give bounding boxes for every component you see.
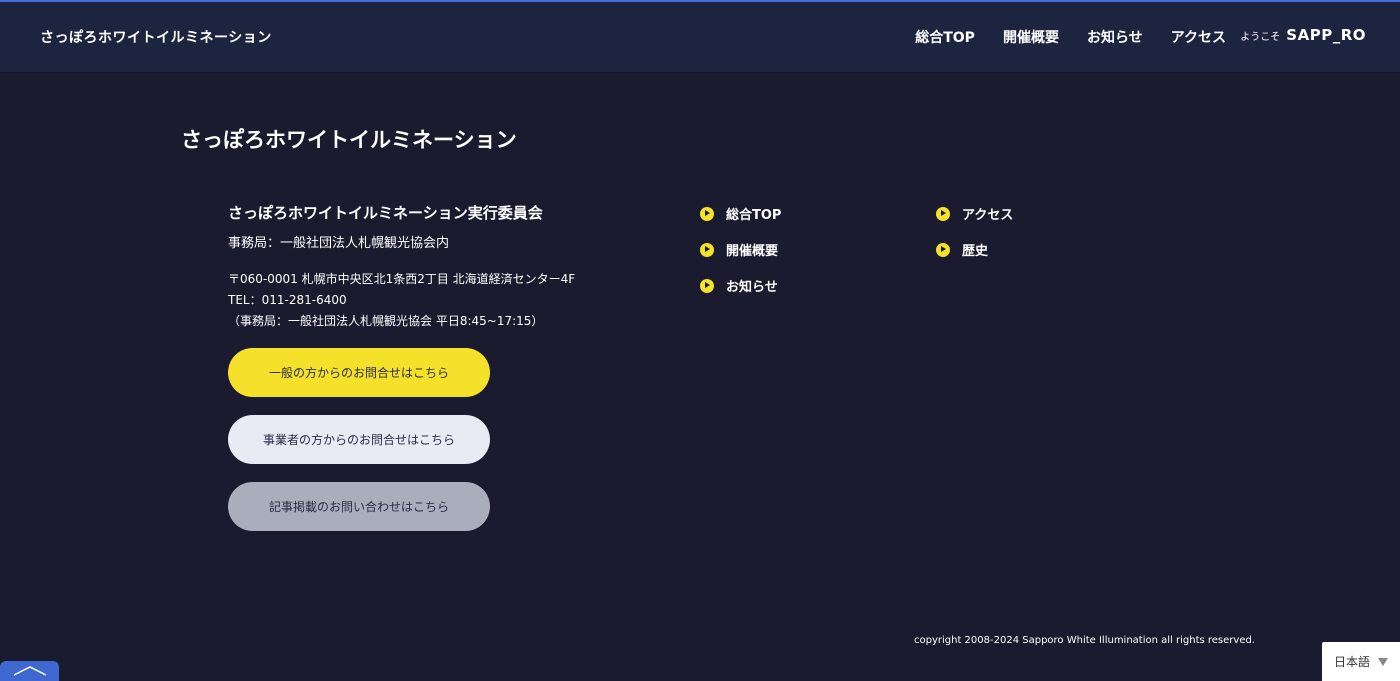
telephone: TEL：011-281-6400: [228, 293, 347, 307]
copyright: copyright 2008-2024 Sapporo White Illumi…: [914, 635, 1256, 646]
footer-link-label: 歴史: [962, 244, 989, 259]
play-circle-icon: [700, 242, 714, 257]
address: 〒060-0001 札幌市中央区北1条西2丁目 北海道経済センター4F: [228, 272, 576, 286]
footer-link-history[interactable]: 歴史: [936, 240, 988, 259]
general-inquiry-button[interactable]: 一般の方からのお問合せはこちら: [228, 348, 490, 397]
language-selector[interactable]: 日本語: [1322, 642, 1400, 681]
footer-link-overview[interactable]: 開催概要: [700, 240, 778, 259]
welcome-sapporo-logo[interactable]: ようこそ SAPP_RO: [1240, 26, 1366, 44]
footer-link-label: アクセス: [962, 208, 1014, 223]
footer-link-top[interactable]: 総合TOP: [700, 204, 781, 223]
footer-link-access[interactable]: アクセス: [936, 204, 1013, 223]
main-nav: 総合TOP 開催概要 お知らせ アクセス: [915, 27, 1226, 47]
footer-link-label: お知らせ: [726, 280, 778, 295]
office-hours: （事務局：一般社団法人札幌観光協会 平日8:45~17:15）: [228, 314, 544, 328]
nav-link-access[interactable]: アクセス: [1171, 27, 1226, 47]
play-circle-icon: [936, 242, 950, 257]
nav-link-top[interactable]: 総合TOP: [915, 27, 975, 47]
organization-office: 事務局：一般社団法人札幌観光協会内: [228, 236, 450, 251]
logo-prefix: ようこそ: [1240, 32, 1281, 43]
business-inquiry-button[interactable]: 事業者の方からのお問合せはこちら: [228, 415, 490, 464]
page-top-button[interactable]: [0, 661, 59, 681]
logo-main: SAPP_RO: [1286, 26, 1366, 44]
footer-title: さっぽろホワイトイルミネーション: [181, 128, 517, 152]
triangle-down-icon: [1378, 657, 1388, 666]
press-inquiry-button[interactable]: 記事掲載のお問い合わせはこちら: [228, 482, 490, 531]
footer-link-label: 総合TOP: [726, 208, 782, 223]
play-circle-icon: [700, 278, 714, 293]
language-label: 日本語: [1333, 655, 1370, 669]
footer-link-news[interactable]: お知らせ: [700, 276, 778, 295]
footer-link-label: 開催概要: [726, 244, 779, 259]
play-circle-icon: [700, 206, 714, 221]
organization-name: さっぽろホワイトイルミネーション実行委員会: [228, 204, 543, 222]
nav-link-overview[interactable]: 開催概要: [1003, 27, 1059, 47]
site-header: さっぽろホワイトイルミネーション 総合TOP 開催概要 お知らせ アクセス よう…: [0, 0, 1400, 72]
play-circle-icon: [936, 206, 950, 221]
site-title[interactable]: さっぽろホワイトイルミネーション: [40, 27, 272, 47]
chevron-up-icon: [13, 666, 46, 676]
nav-link-news[interactable]: お知らせ: [1087, 27, 1143, 47]
